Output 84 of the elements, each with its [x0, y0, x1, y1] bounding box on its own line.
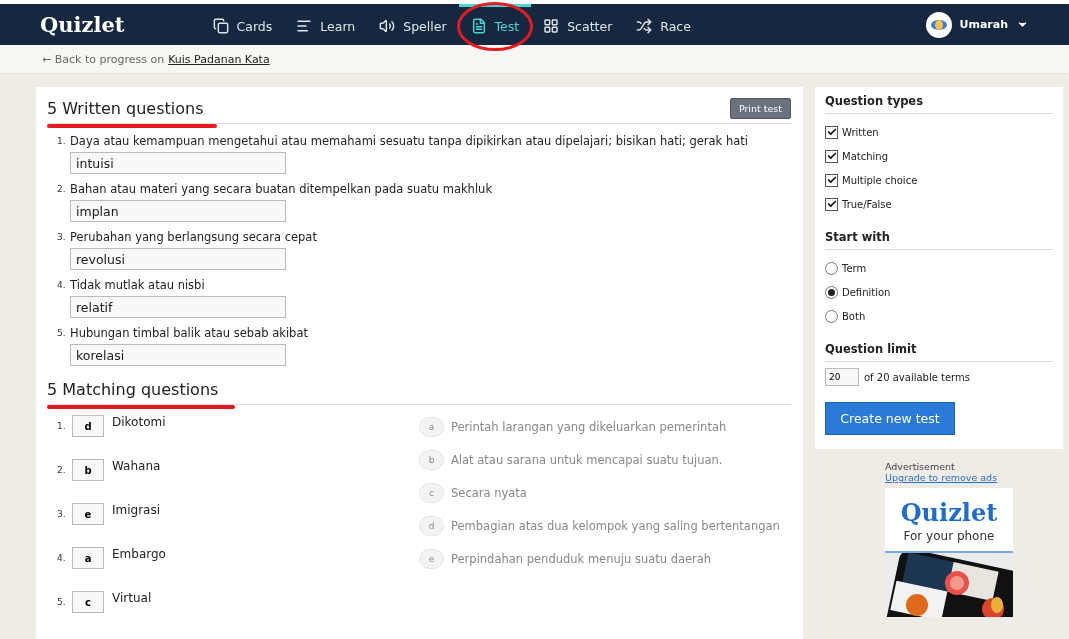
nav-tab[interactable]: Learn: [284, 4, 368, 45]
print-test-button[interactable]: Print test: [729, 97, 791, 119]
term-text: Dikotomi: [112, 415, 166, 429]
user-name[interactable]: Umarah: [959, 18, 1008, 31]
question-number: 1.: [57, 421, 67, 431]
ad-logo: Quizlet: [900, 498, 998, 527]
user-avatar[interactable]: [925, 11, 952, 38]
answer-field[interactable]: d: [72, 415, 104, 437]
question-number: 5.: [57, 328, 67, 338]
checkbox[interactable]: [825, 125, 838, 139]
definition-text: Alat atau sarana untuk mencapai suatu tujuan.: [451, 453, 723, 467]
question-number: 2.: [57, 465, 67, 475]
document-icon: [470, 18, 487, 34]
speaker-icon: [379, 18, 396, 34]
term-text: Virtual: [112, 591, 152, 605]
breadcrumb-text: ← Back to progress on: [42, 52, 165, 66]
checkbox[interactable]: [825, 197, 838, 211]
section-heading: 5 Matching questions: [47, 379, 219, 399]
grid-icon: [543, 18, 560, 34]
upgrade-link[interactable]: Upgrade to remove ads: [885, 472, 1063, 483]
radio-option[interactable]: Definition: [825, 280, 1053, 304]
breadcrumb-link[interactable]: Kuis Padanan Kata: [168, 52, 270, 66]
panel-heading: Question limit: [825, 342, 1053, 362]
nav-tab[interactable]: Cards: [200, 4, 285, 45]
question-prompt: Perubahan yang berlangsung secara cepat: [70, 230, 318, 244]
question-number: 2.: [57, 184, 67, 194]
answer-field[interactable]: e: [72, 503, 104, 525]
answer-field[interactable]: a: [72, 547, 104, 569]
panel-heading: Question types: [825, 94, 1053, 114]
definition-text: Perintah larangan yang dikeluarkan pemerintah: [451, 420, 727, 434]
checkbox-option[interactable]: Matching: [825, 144, 1053, 168]
answer-field[interactable]: revolusi: [70, 248, 286, 270]
question-number: 4.: [57, 553, 67, 563]
answer-field[interactable]: c: [72, 591, 104, 613]
radio-button[interactable]: [825, 285, 838, 299]
cards-icon: [212, 18, 229, 34]
logo[interactable]: Quizlet: [40, 12, 125, 37]
lines-icon: [296, 18, 313, 34]
ad-banner[interactable]: Quizlet For your phone: [885, 488, 1013, 553]
radio-button[interactable]: [825, 261, 838, 275]
checkbox[interactable]: [825, 173, 838, 187]
question-prompt: Tidak mutlak atau nisbi: [70, 278, 206, 292]
question-number: 4.: [57, 280, 67, 290]
question-number: 1.: [57, 136, 67, 146]
nav-tab[interactable]: Speller: [367, 4, 459, 45]
term-text: Wahana: [112, 459, 161, 473]
letter-badge: c: [419, 483, 444, 503]
answer-field[interactable]: implan: [70, 200, 286, 222]
shuffle-icon: [636, 18, 653, 34]
definition-text: Perpindahan penduduk menuju suatu daerah: [451, 552, 712, 566]
ad-tagline: For your phone: [903, 529, 995, 543]
question-number: 3.: [57, 232, 67, 242]
letter-badge: a: [419, 417, 444, 437]
answer-field[interactable]: intuisi: [70, 152, 286, 174]
checkbox-option[interactable]: Written: [825, 120, 1053, 144]
definition-text: Secara nyata: [451, 486, 527, 500]
checkbox[interactable]: [825, 149, 838, 163]
question-prompt: Daya atau kemampuan mengetahui atau memahami sesuatu tanpa dipikirkan atau dipelajari; bisikan hati; gerak hati: [70, 134, 749, 148]
question-prompt: Hubungan timbal balik atau sebab akibat: [70, 326, 309, 340]
question-prompt: Bahan atau materi yang secara buatan ditempelkan pada suatu makhluk: [70, 182, 494, 196]
question-number: 5.: [57, 597, 67, 607]
question-number: 3.: [57, 509, 67, 519]
checkbox-option[interactable]: True/False: [825, 192, 1053, 216]
section-heading: 5 Written questions: [47, 98, 204, 118]
definition-text: Pembagian atas dua kelompok yang saling bertentangan: [451, 519, 780, 533]
radio-option[interactable]: Both: [825, 304, 1053, 328]
answer-field[interactable]: relatif: [70, 296, 286, 318]
term-text: Embargo: [112, 547, 166, 561]
radio-button[interactable]: [825, 309, 838, 323]
nav-tab[interactable]: Scatter: [531, 4, 625, 45]
letter-badge: e: [419, 549, 444, 569]
nav-tab[interactable]: Race: [624, 4, 703, 45]
answer-field[interactable]: b: [72, 459, 104, 481]
term-text: Imigrasi: [112, 503, 161, 517]
checkbox-option[interactable]: Multiple choice: [825, 168, 1053, 192]
ad-label: Advertisement: [885, 461, 956, 472]
radio-option[interactable]: Term: [825, 256, 1053, 280]
answer-field[interactable]: korelasi: [70, 344, 286, 366]
letter-badge: d: [419, 516, 444, 536]
limit-field[interactable]: 20: [825, 368, 859, 386]
create-test-button[interactable]: Create new test: [825, 402, 955, 435]
letter-badge: b: [419, 450, 444, 470]
panel-heading: Start with: [825, 230, 1053, 250]
limit-text: of 20 available terms: [864, 371, 970, 383]
